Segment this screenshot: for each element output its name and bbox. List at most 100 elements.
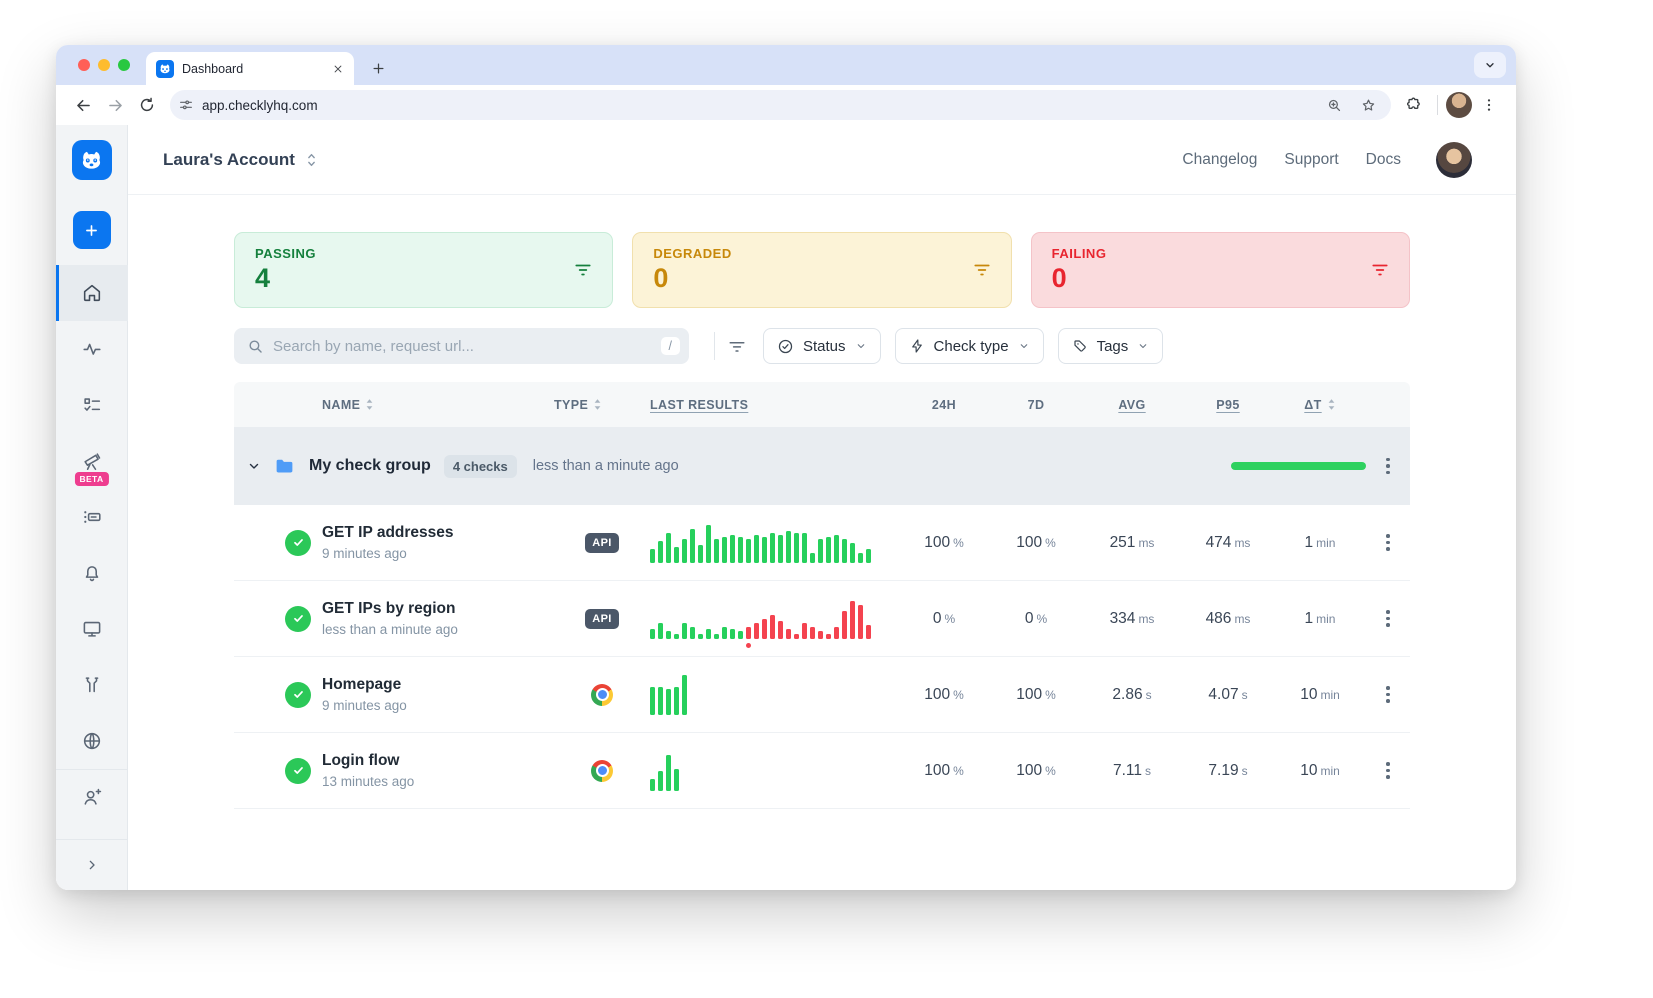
new-tab-button[interactable] [364, 54, 392, 82]
column-header-delta-t[interactable]: ΔT [1274, 398, 1366, 412]
check-type-filter-button[interactable]: Check type [895, 328, 1044, 364]
search-input[interactable] [273, 338, 652, 355]
monitor-icon [81, 618, 103, 640]
forward-icon[interactable] [100, 90, 130, 120]
account-switcher[interactable]: Laura's Account [163, 150, 318, 170]
site-settings-icon[interactable] [178, 97, 194, 113]
folder-icon [274, 456, 295, 477]
chevron-up-down-icon [305, 152, 318, 168]
metric-interval: 10min [1274, 762, 1366, 780]
sort-icon [1327, 398, 1336, 411]
sidebar-item-maintenance[interactable] [56, 657, 128, 713]
bell-icon [81, 562, 103, 584]
url-bar[interactable]: app.checklyhq.com [170, 90, 1391, 120]
filter-lines-icon[interactable] [728, 339, 746, 354]
row-menu-button[interactable] [1382, 606, 1394, 631]
minimize-window-button[interactable] [98, 59, 110, 71]
header-links: Changelog Support Docs [1182, 142, 1472, 178]
metric-7d: 0% [990, 610, 1082, 628]
sidebar-item-status-pages[interactable] [56, 489, 128, 545]
browser-tab[interactable]: Dashboard [146, 52, 354, 85]
sidebar-item-activity[interactable] [56, 321, 128, 377]
metric-avg: 251ms [1082, 534, 1182, 552]
back-icon[interactable] [68, 90, 98, 120]
tag-icon [1072, 338, 1088, 354]
sidebar: BETA [56, 125, 128, 890]
sidebar-collapse-button[interactable] [56, 840, 128, 890]
checkly-logo[interactable] [72, 140, 112, 180]
group-name[interactable]: My check group [309, 457, 431, 475]
check-name[interactable]: GET IP addresses [322, 524, 554, 542]
browser-menu-icon[interactable] [1474, 90, 1504, 120]
results-bar-chart[interactable] [650, 751, 898, 791]
user-avatar[interactable] [1436, 142, 1472, 178]
status-check-circle-icon [777, 338, 794, 355]
status-cards: PASSING 4 DEGRADED 0 [234, 232, 1410, 308]
group-menu-button[interactable] [1382, 454, 1394, 479]
browser-profile-avatar[interactable] [1446, 92, 1472, 118]
zoom-icon[interactable] [1321, 97, 1347, 114]
check-last-run: 13 minutes ago [322, 774, 554, 789]
extensions-puzzle-icon[interactable] [1399, 90, 1429, 120]
wrench-icon [81, 674, 103, 696]
check-row[interactable]: Login flow 13 minutes ago 100% 100% 7.11… [234, 733, 1410, 809]
row-menu-button[interactable] [1382, 758, 1394, 783]
row-menu-button[interactable] [1382, 530, 1394, 555]
passing-label: PASSING [255, 246, 316, 261]
macos-traffic-lights [56, 59, 146, 71]
metric-7d: 100% [990, 686, 1082, 704]
create-check-button[interactable] [73, 211, 111, 249]
results-bar-chart[interactable] [650, 599, 898, 639]
check-name[interactable]: Login flow [322, 752, 554, 770]
browser-toolbar: app.checklyhq.com [56, 85, 1516, 125]
tab-close-icon[interactable] [330, 61, 346, 77]
check-row[interactable]: Homepage 9 minutes ago 100% 100% 2.86s 4… [234, 657, 1410, 733]
check-row[interactable]: GET IPs by region less than a minute ago… [234, 581, 1410, 657]
beta-badge: BETA [74, 472, 108, 486]
url-text[interactable]: app.checklyhq.com [202, 98, 1313, 113]
check-name[interactable]: GET IPs by region [322, 600, 554, 618]
sidebar-item-home[interactable] [56, 265, 128, 321]
column-header-type[interactable]: TYPE [554, 398, 650, 412]
reload-icon[interactable] [132, 90, 162, 120]
collapse-group-icon[interactable] [234, 459, 274, 473]
check-row[interactable]: GET IP addresses 9 minutes ago API 100% … [234, 505, 1410, 581]
sidebar-item-dashboards[interactable] [56, 601, 128, 657]
passing-count: 4 [255, 263, 316, 294]
close-window-button[interactable] [78, 59, 90, 71]
failing-card[interactable]: FAILING 0 [1031, 232, 1410, 308]
bookmark-star-icon[interactable] [1355, 97, 1381, 114]
degraded-card[interactable]: DEGRADED 0 [632, 232, 1011, 308]
row-menu-button[interactable] [1382, 682, 1394, 707]
check-name[interactable]: Homepage [322, 676, 554, 694]
column-header-name[interactable]: NAME [322, 398, 554, 412]
changelog-link[interactable]: Changelog [1182, 151, 1257, 169]
fullscreen-window-button[interactable] [118, 59, 130, 71]
sidebar-item-traces[interactable]: BETA [56, 433, 128, 489]
sidebar-item-private-locations[interactable] [56, 713, 128, 769]
search-box[interactable]: / [234, 328, 689, 364]
tags-filter-button[interactable]: Tags [1058, 328, 1164, 364]
passing-card[interactable]: PASSING 4 [234, 232, 613, 308]
chrome-browser-icon [591, 760, 613, 782]
metric-avg: 7.11s [1082, 762, 1182, 780]
tab-search-button[interactable] [1474, 52, 1506, 78]
check-group-row[interactable]: My check group 4 checks less than a minu… [234, 427, 1410, 505]
docs-link[interactable]: Docs [1366, 151, 1401, 169]
metric-p95: 4.07s [1182, 686, 1274, 704]
results-bar-chart[interactable] [650, 675, 898, 715]
main-area: Laura's Account Changelog Support Docs [128, 125, 1516, 890]
screenshot-page: Dashboard [0, 0, 1653, 998]
dashboard-content: PASSING 4 DEGRADED 0 [234, 195, 1410, 809]
sidebar-item-checks[interactable] [56, 377, 128, 433]
status-filter-button[interactable]: Status [763, 328, 881, 364]
support-link[interactable]: Support [1284, 151, 1338, 169]
sidebar-item-alerts[interactable] [56, 545, 128, 601]
activity-icon [81, 338, 103, 360]
sidebar-item-invite-user[interactable] [56, 770, 128, 824]
failing-count: 0 [1052, 263, 1107, 294]
column-header-last-results: LAST RESULTS [650, 398, 898, 412]
telescope-icon [81, 450, 103, 472]
results-bar-chart[interactable] [650, 523, 898, 563]
group-checks-badge: 4 checks [444, 455, 517, 478]
